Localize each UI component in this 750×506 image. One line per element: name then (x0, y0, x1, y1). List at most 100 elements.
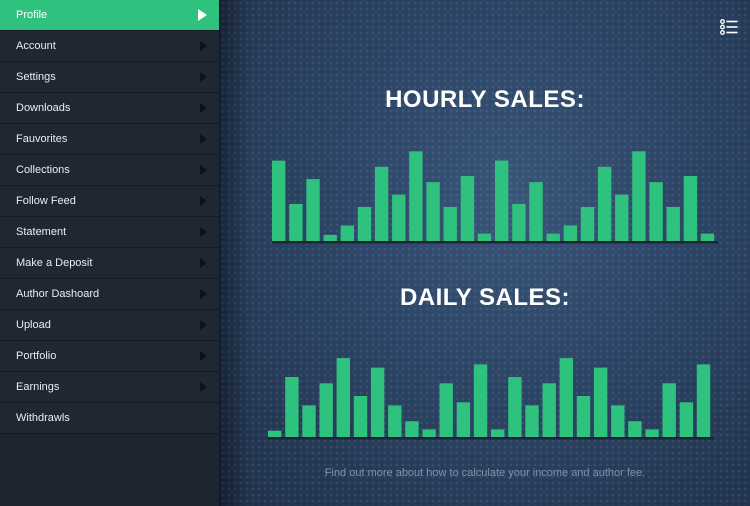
bar (302, 405, 316, 437)
bar (323, 234, 337, 241)
sidebar-item-label: Make a Deposit (16, 257, 93, 269)
x-axis-line (268, 437, 714, 440)
sidebar-item-label: Profile (16, 9, 48, 21)
bar (392, 194, 406, 241)
bar (576, 396, 591, 437)
sidebar-item-label: Downloads (16, 102, 71, 114)
bar (632, 151, 646, 241)
bar (422, 429, 436, 437)
bar (495, 160, 509, 241)
chevron-right-icon (198, 9, 207, 21)
bar (542, 383, 556, 437)
sidebar-shadow (220, 0, 250, 506)
bar (473, 364, 488, 437)
bar (580, 207, 595, 241)
bar (593, 367, 608, 437)
sidebar-item-label: Statement (16, 226, 67, 238)
bar (662, 383, 676, 437)
hourly-sales-chart (272, 151, 718, 244)
chevron-right-icon (200, 41, 207, 51)
bar (268, 430, 282, 437)
bar (525, 405, 539, 437)
bar (563, 225, 577, 241)
bar (353, 396, 368, 437)
bar (289, 203, 303, 241)
sidebar-menu: Profile Account Settings Downloads Fauvorite… (0, 0, 220, 506)
bar (370, 367, 385, 437)
bar (508, 377, 522, 437)
sidebar-item-label: Account (16, 40, 56, 52)
x-axis-line (272, 241, 718, 244)
chevron-right-icon (200, 165, 207, 175)
chevron-right-icon (200, 320, 207, 330)
sidebar-item-label: Collections (16, 164, 70, 176)
sidebar-item-downloads[interactable]: Downloads (0, 93, 219, 124)
bar (491, 429, 505, 437)
bar (696, 364, 711, 437)
sidebar-item-account[interactable]: Account (0, 31, 219, 62)
chevron-right-icon (200, 72, 207, 82)
sidebar-item-collections[interactable]: Collections (0, 155, 219, 186)
sidebar-item-label: Portfolio (16, 350, 57, 362)
sidebar-item-statement[interactable]: Statement (0, 217, 219, 248)
bar (559, 358, 573, 437)
bar (443, 207, 457, 241)
bar (529, 182, 543, 241)
chevron-right-icon (200, 289, 207, 299)
sidebar-item-upload[interactable]: Upload (0, 310, 219, 341)
bar (272, 160, 286, 241)
bar (319, 383, 333, 437)
bar (615, 194, 629, 241)
sidebar-item-label: Earnings (16, 381, 60, 393)
sidebar-item-author-dashoard[interactable]: Author Dashoard (0, 279, 219, 310)
bar (546, 233, 560, 241)
sidebar-item-follow-feed[interactable]: Follow Feed (0, 186, 219, 217)
bar (597, 166, 612, 242)
bar (456, 402, 471, 437)
bar (285, 377, 299, 437)
bar (512, 203, 526, 241)
sidebar-item-withdrawls[interactable]: Withdrawls (0, 403, 219, 434)
sidebar-item-fauvorites[interactable]: Fauvorites (0, 124, 219, 155)
bar (683, 176, 698, 241)
sidebar-item-profile[interactable]: Profile (0, 0, 219, 31)
daily-sales-title: DAILY SALES: (399, 284, 571, 311)
list-menu-icon[interactable] (720, 18, 738, 36)
chevron-right-icon (200, 134, 207, 144)
bar (460, 176, 475, 241)
sidebar-item-earnings[interactable]: Earnings (0, 372, 219, 403)
bar (649, 182, 663, 241)
bar (679, 402, 694, 437)
bar (374, 166, 389, 242)
sidebar-item-make-a-deposit[interactable]: Make a Deposit (0, 248, 219, 279)
bar (340, 225, 354, 241)
bar (700, 233, 715, 241)
bar (666, 207, 680, 241)
bar (405, 421, 419, 437)
bar (645, 429, 659, 437)
chevron-right-icon (200, 103, 207, 113)
chevron-right-icon (200, 258, 207, 268)
bar (357, 207, 372, 241)
footer-note[interactable]: Find out more about how to calculate you… (220, 467, 750, 479)
chevron-right-icon (200, 227, 207, 237)
sidebar-item-label: Fauvorites (16, 133, 68, 145)
sidebar-item-label: Follow Feed (16, 195, 76, 207)
main-panel: HOURLY SALES: DAILY SALES: Find out more… (220, 0, 750, 506)
sidebar-item-label: Settings (16, 71, 56, 83)
sidebar-item-label: Withdrawls (16, 412, 70, 424)
sidebar-item-label: Author Dashoard (16, 288, 100, 300)
bar (336, 358, 350, 437)
chevron-right-icon (200, 382, 207, 392)
bar (426, 182, 440, 241)
sidebar-item-settings[interactable]: Settings (0, 62, 219, 93)
bar (439, 383, 453, 437)
sidebar-item-label: Upload (16, 319, 51, 331)
bar (388, 405, 402, 437)
bar (611, 405, 625, 437)
bar (477, 233, 492, 241)
hourly-sales-title: HOURLY SALES: (385, 86, 585, 113)
chevron-right-icon (200, 351, 207, 361)
sidebar-item-portfolio[interactable]: Portfolio (0, 341, 219, 372)
chevron-right-icon (200, 196, 207, 206)
